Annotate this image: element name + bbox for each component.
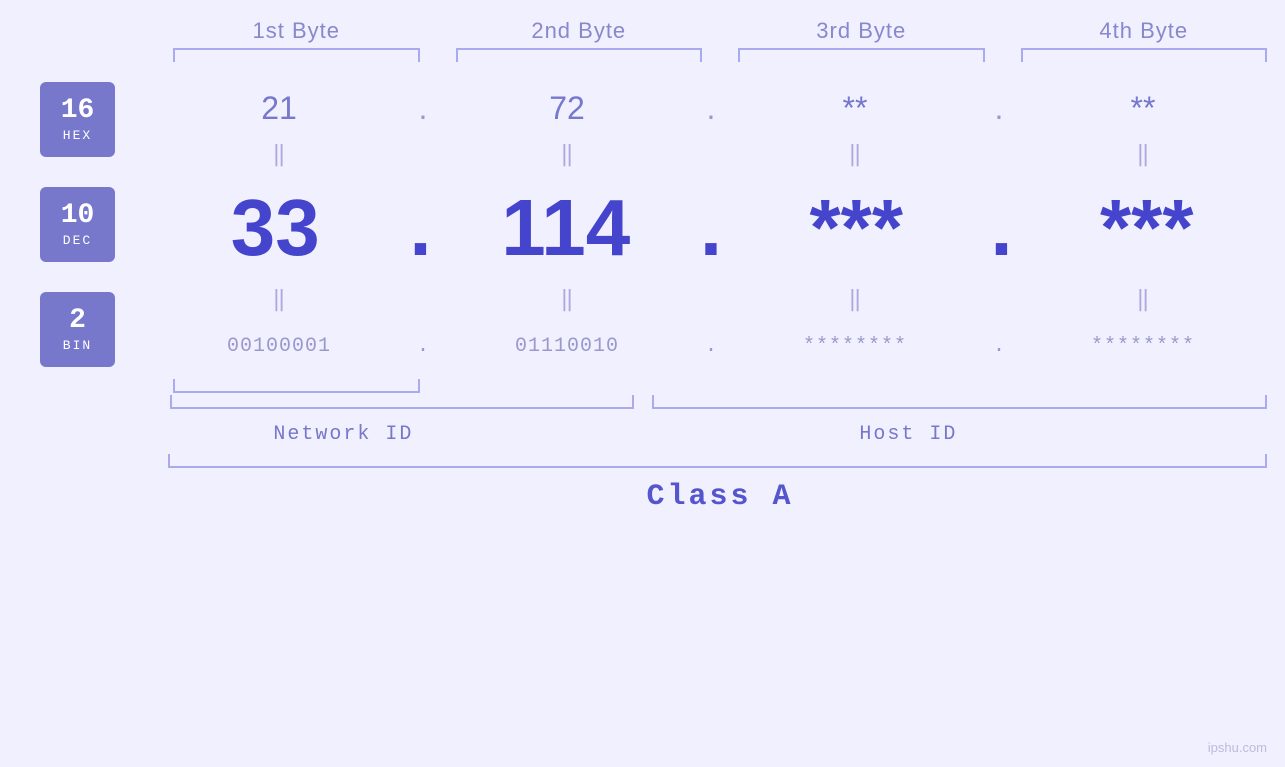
- class-full-bracket: [0, 454, 1285, 468]
- hex-b4: **: [1019, 90, 1267, 127]
- eq1-b1: ‖: [155, 142, 403, 168]
- hex-dot1: .: [403, 90, 443, 127]
- hex-badge-num: 16: [61, 97, 95, 125]
- top-brackets: [0, 48, 1285, 62]
- dec-dot3: .: [977, 182, 1027, 274]
- byte2-header: 2nd Byte: [438, 18, 721, 44]
- byte1-header: 1st Byte: [155, 18, 438, 44]
- hex-dot2: .: [691, 90, 731, 127]
- class-label: Class A: [646, 480, 793, 514]
- bin-row: 00100001 . 01110010 . ******** .: [155, 320, 1285, 373]
- host-bracket: [652, 395, 1268, 409]
- dec-badge-label: DEC: [63, 233, 92, 248]
- host-id-label: Host ID: [532, 423, 1285, 446]
- bracket-b1: [173, 48, 420, 62]
- class-label-row: Class A: [0, 480, 1285, 514]
- watermark: ipshu.com: [1208, 740, 1267, 755]
- bin-dot2: .: [691, 335, 731, 358]
- main-container: 1st Byte 2nd Byte 3rd Byte 4th Byte 16 H…: [0, 0, 1285, 767]
- eq-row-2: ‖ ‖ ‖ ‖: [155, 280, 1285, 320]
- dec-b4: ***: [1027, 182, 1268, 274]
- badges-column: 16 HEX 10 DEC 2 BIN: [0, 72, 155, 377]
- hex-badge-label: HEX: [63, 128, 92, 143]
- network-bracket: [170, 395, 634, 409]
- hex-b2: 72: [443, 90, 691, 127]
- eq1-b4: ‖: [1019, 142, 1267, 168]
- content-area: 16 HEX 10 DEC 2 BIN 21 .: [0, 72, 1285, 377]
- byte-headers: 1st Byte 2nd Byte 3rd Byte 4th Byte: [0, 18, 1285, 44]
- byte4-header: 4th Byte: [1003, 18, 1285, 44]
- hex-row: 21 . 72 . ** . **: [155, 82, 1285, 135]
- dec-b3: ***: [736, 182, 977, 274]
- dec-row: 33 . 114 . *** . ***: [155, 175, 1285, 281]
- eq1-b3: ‖: [731, 142, 979, 168]
- network-id-label: Network ID: [155, 423, 532, 446]
- bottom-val-brackets: [0, 379, 1285, 393]
- eq2-b3: ‖: [731, 287, 979, 313]
- bracket-b2: [456, 48, 703, 62]
- bin-badge: 2 BIN: [40, 292, 115, 367]
- dec-b2: 114: [446, 182, 687, 274]
- bvb-b1: [173, 379, 420, 393]
- bin-b1: 00100001: [155, 335, 403, 358]
- bracket-b4: [1021, 48, 1268, 62]
- bin-b4: ********: [1019, 335, 1267, 358]
- eq2-b4: ‖: [1019, 287, 1267, 313]
- values-grid: 21 . 72 . ** . **: [155, 72, 1285, 377]
- bin-b2: 01110010: [443, 335, 691, 358]
- bin-b3: ********: [731, 335, 979, 358]
- dec-dot1: .: [396, 182, 446, 274]
- bracket-b3: [738, 48, 985, 62]
- dec-dot2: .: [686, 182, 736, 274]
- dec-b1: 33: [155, 182, 396, 274]
- eq2-b2: ‖: [443, 287, 691, 313]
- hex-b1: 21: [155, 90, 403, 127]
- eq2-b1: ‖: [155, 287, 403, 313]
- hex-dot3: .: [979, 90, 1019, 127]
- label-row: Network ID Host ID: [0, 423, 1285, 446]
- bin-dot3: .: [979, 335, 1019, 358]
- bin-dot1: .: [403, 335, 443, 358]
- byte3-header: 3rd Byte: [720, 18, 1003, 44]
- dec-badge-num: 10: [61, 202, 95, 230]
- dec-badge: 10 DEC: [40, 187, 115, 262]
- nh-bracket-container: [0, 395, 1285, 417]
- eq-row-1: ‖ ‖ ‖ ‖: [155, 135, 1285, 175]
- hex-b3: **: [731, 90, 979, 127]
- bin-badge-label: BIN: [63, 338, 92, 353]
- bin-badge-num: 2: [69, 307, 86, 335]
- hex-badge: 16 HEX: [40, 82, 115, 157]
- eq1-b2: ‖: [443, 142, 691, 168]
